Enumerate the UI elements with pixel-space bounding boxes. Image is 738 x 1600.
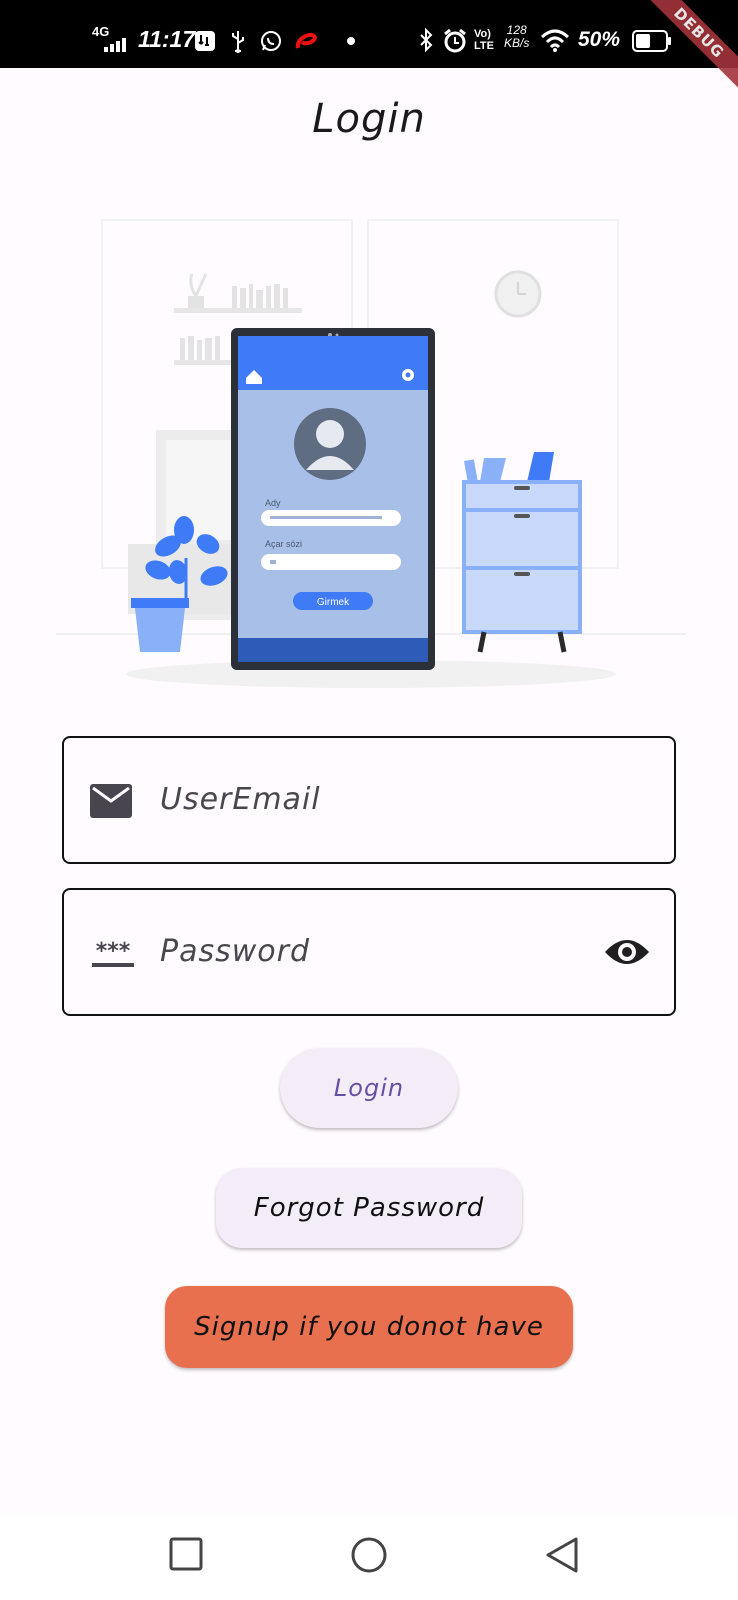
login-illustration: Ady Açar sözi Girmek <box>56 219 686 688</box>
password-placeholder: Password <box>160 934 311 969</box>
usb-debug-icon <box>195 31 215 51</box>
usb-icon <box>232 31 244 53</box>
volte-top: Vo) <box>474 28 491 40</box>
page-title: Login <box>312 96 426 142</box>
battery-percent: 50% <box>578 28 621 51</box>
battery-icon <box>632 30 671 52</box>
network-type: 4G <box>92 24 110 39</box>
forgot-password-button[interactable]: Forgot Password <box>216 1168 522 1248</box>
illustration-button-label: Girmek <box>317 597 350 608</box>
speed-value: 128 <box>506 23 527 37</box>
bluetooth-icon <box>420 28 433 53</box>
network-speed: 128 KB/s <box>504 24 529 50</box>
volte-indicator: Vo) LTE <box>474 28 494 52</box>
wifi-icon <box>540 29 570 52</box>
visibility-eye-icon[interactable] <box>604 936 650 968</box>
volte-bottom: LTE <box>474 40 494 52</box>
status-bar: 4G 11:17 Vo) LTE 128 KB/s 50% DEBUG <box>0 0 738 101</box>
clock: 11:17 <box>138 26 196 52</box>
signup-button[interactable]: Signup if you donot have <box>165 1286 573 1368</box>
home-circle-icon[interactable] <box>350 1536 388 1574</box>
back-triangle-icon[interactable] <box>544 1536 580 1574</box>
illustration-field-label-2: Açar sözi <box>265 539 302 549</box>
login-button[interactable]: Login <box>280 1048 458 1128</box>
email-icon <box>90 784 132 818</box>
airtel-icon <box>295 33 317 49</box>
email-field[interactable]: UserEmail <box>62 736 676 864</box>
system-nav-bar <box>0 1514 738 1600</box>
dot-icon <box>347 37 355 45</box>
password-field[interactable]: *** Password <box>62 888 676 1016</box>
recents-square-icon[interactable] <box>168 1536 204 1572</box>
email-placeholder: UserEmail <box>160 782 321 817</box>
alarm-icon <box>444 28 466 53</box>
signal-icon <box>104 38 126 52</box>
password-mask: *** <box>96 939 131 964</box>
illustration-field-label-1: Ady <box>265 498 281 508</box>
speed-unit: KB/s <box>504 36 530 50</box>
whatsapp-icon <box>261 31 281 51</box>
password-icon: *** <box>92 939 134 967</box>
